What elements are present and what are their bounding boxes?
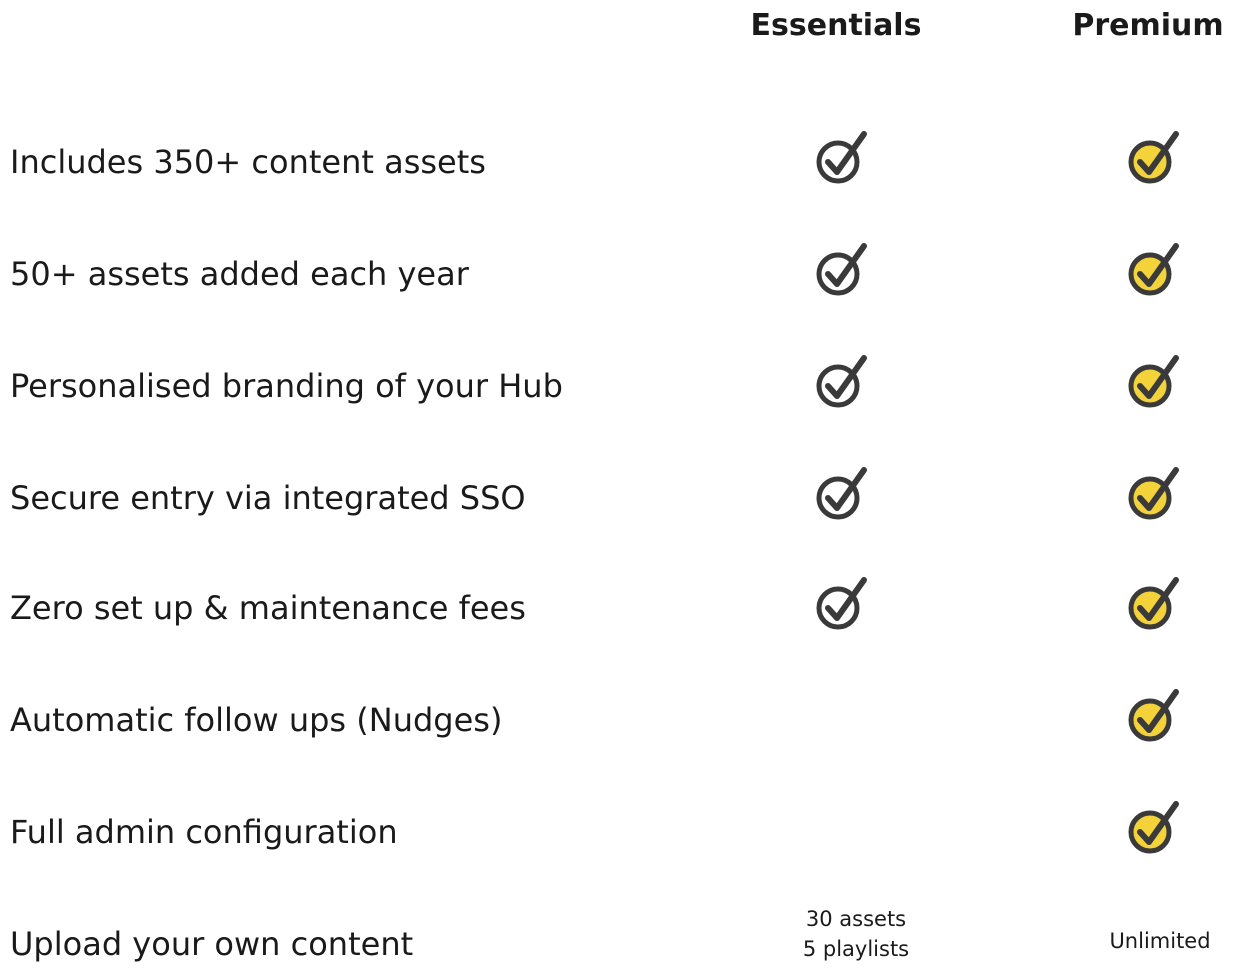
feature-label: Includes 350+ content assets xyxy=(10,143,486,181)
feature-row: Includes 350+ content assets xyxy=(0,122,1235,202)
column-header-premium: Premium xyxy=(1072,8,1224,43)
check-circle-yellow-icon xyxy=(1124,464,1184,524)
essentials-limit: 30 assets 5 playlists xyxy=(756,904,956,964)
check-circle-yellow-icon xyxy=(1124,352,1184,412)
feature-row: Personalised branding of your Hub xyxy=(0,346,1235,426)
check-circle-outline-icon xyxy=(812,464,872,524)
feature-row: Zero set up & maintenance fees xyxy=(0,568,1235,648)
check-circle-yellow-icon xyxy=(1124,128,1184,188)
check-circle-yellow-icon xyxy=(1124,240,1184,300)
check-circle-yellow-icon xyxy=(1124,686,1184,746)
feature-label: Secure entry via integrated SSO xyxy=(10,479,526,517)
essentials-limit-playlists: 5 playlists xyxy=(802,937,910,961)
feature-label: Zero set up & maintenance fees xyxy=(10,589,526,627)
check-circle-outline-icon xyxy=(812,240,872,300)
feature-label: Personalised branding of your Hub xyxy=(10,367,563,405)
check-circle-yellow-icon xyxy=(1124,574,1184,634)
feature-label: Full admin configuration xyxy=(10,813,398,851)
essentials-limit-assets: 30 assets xyxy=(805,907,907,931)
feature-row: Secure entry via integrated SSO xyxy=(0,458,1235,538)
feature-label: 50+ assets added each year xyxy=(10,255,469,293)
check-circle-yellow-icon xyxy=(1124,798,1184,858)
feature-row: Automatic follow ups (Nudges) xyxy=(0,680,1235,760)
feature-label: Upload your own content xyxy=(10,925,414,963)
column-header-essentials: Essentials xyxy=(750,8,922,43)
check-circle-outline-icon xyxy=(812,574,872,634)
feature-row: Upload your own content 30 assets 5 play… xyxy=(0,904,1235,972)
feature-row: Full admin configuration xyxy=(0,792,1235,872)
check-circle-outline-icon xyxy=(812,128,872,188)
premium-limit: Unlimited xyxy=(1109,929,1211,953)
feature-row: 50+ assets added each year xyxy=(0,234,1235,314)
check-circle-outline-icon xyxy=(812,352,872,412)
feature-label: Automatic follow ups (Nudges) xyxy=(10,701,503,739)
